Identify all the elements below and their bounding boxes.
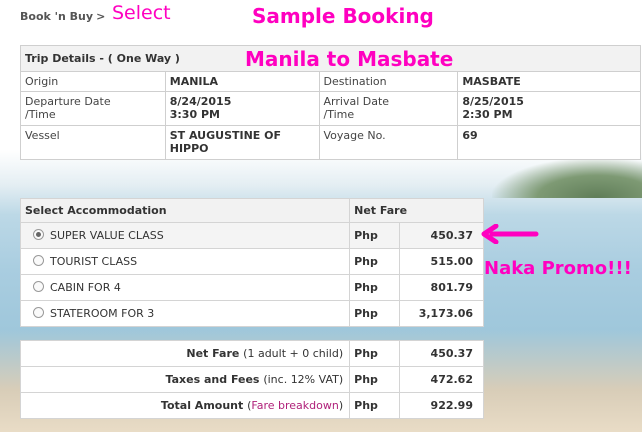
taxes-row: Taxes and Fees (inc. 12% VAT) Php 472.62 bbox=[19, 366, 484, 393]
radio-unselected-icon[interactable] bbox=[33, 307, 44, 318]
annotation-route: Manila to Masbate bbox=[245, 47, 454, 71]
accommodation-header: Select Accommodation bbox=[19, 198, 351, 223]
fare-amount: 3,173.06 bbox=[399, 300, 484, 327]
net-fare-currency: Php bbox=[349, 340, 401, 367]
arrival-label: Arrival Date /Time bbox=[318, 91, 459, 126]
radio-unselected-icon[interactable] bbox=[33, 281, 44, 292]
accommodation-row[interactable]: STATEROOM FOR 3 Php 3,173.06 bbox=[19, 300, 484, 327]
fare-currency: Php bbox=[349, 222, 401, 249]
fare-breakdown-link[interactable]: Fare breakdown bbox=[251, 399, 338, 412]
radio-selected-icon[interactable] bbox=[33, 229, 44, 240]
fare-currency: Php bbox=[349, 300, 401, 327]
taxes-currency: Php bbox=[349, 366, 401, 393]
departure-time: 3:30 PM bbox=[169, 108, 220, 121]
arrival-value: 8/25/2015 2:30 PM bbox=[457, 91, 641, 126]
taxes-label: Taxes and Fees (inc. 12% VAT) bbox=[19, 366, 351, 393]
breadcrumb-separator: > bbox=[96, 10, 106, 23]
arrival-date: 8/25/2015 bbox=[462, 95, 524, 108]
net-fare-row: Net Fare (1 adult + 0 child) Php 450.37 bbox=[19, 340, 484, 367]
fare-amount: 515.00 bbox=[399, 248, 484, 275]
net-fare-label: Net Fare (1 adult + 0 child) bbox=[19, 340, 351, 367]
accommodation-option: SUPER VALUE CLASS bbox=[19, 222, 351, 249]
departure-label-line1: Departure Date bbox=[25, 95, 111, 108]
paren-close: ) bbox=[338, 399, 344, 412]
taxes-label-text: Taxes and Fees bbox=[165, 373, 260, 386]
annotation-promo: Naka Promo!!! bbox=[484, 258, 632, 279]
accommodation-option: CABIN FOR 4 bbox=[19, 274, 351, 301]
vessel-line1: ST AUGUSTINE OF bbox=[169, 129, 282, 142]
annotation-title: Sample Booking bbox=[252, 4, 434, 28]
departure-label: Departure Date /Time bbox=[20, 91, 166, 126]
total-label-text: Total Amount bbox=[160, 399, 244, 412]
fare-currency: Php bbox=[349, 248, 401, 275]
accommodation-name: TOURIST CLASS bbox=[50, 255, 138, 268]
arrival-label-line2: /Time bbox=[323, 108, 355, 121]
accommodation-option: TOURIST CLASS bbox=[19, 248, 351, 275]
accommodation-option: STATEROOM FOR 3 bbox=[19, 300, 351, 327]
radio-unselected-icon[interactable] bbox=[33, 255, 44, 266]
origin-label: Origin bbox=[20, 71, 166, 92]
breadcrumb-root[interactable]: Book 'n Buy bbox=[20, 10, 93, 23]
accommodation-row[interactable]: SUPER VALUE CLASS Php 450.37 bbox=[19, 222, 484, 249]
arrival-time: 2:30 PM bbox=[462, 108, 513, 121]
accommodation-name: SUPER VALUE CLASS bbox=[50, 229, 164, 242]
total-currency: Php bbox=[349, 392, 401, 419]
fare-amount: 801.79 bbox=[399, 274, 484, 301]
voyage-label: Voyage No. bbox=[318, 125, 459, 160]
accommodation-name: STATEROOM FOR 3 bbox=[50, 307, 155, 320]
vessel-label: Vessel bbox=[20, 125, 166, 160]
destination-label: Destination bbox=[318, 71, 459, 92]
accommodation-row[interactable]: TOURIST CLASS Php 515.00 bbox=[19, 248, 484, 275]
departure-label-line2: /Time bbox=[25, 108, 56, 121]
arrival-label-line1: Arrival Date bbox=[323, 95, 390, 108]
accommodation-name: CABIN FOR 4 bbox=[50, 281, 121, 294]
accommodation-row[interactable]: CABIN FOR 4 Php 801.79 bbox=[19, 274, 484, 301]
vessel-line2: HIPPO bbox=[169, 142, 209, 155]
vessel-value: ST AUGUSTINE OF HIPPO bbox=[164, 125, 320, 160]
taxes-note: (inc. 12% VAT) bbox=[263, 373, 344, 386]
departure-date: 8/24/2015 bbox=[169, 95, 232, 108]
breadcrumb: Book 'n Buy > bbox=[20, 10, 108, 23]
total-amount: 922.99 bbox=[399, 392, 484, 419]
net-fare-note: (1 adult + 0 child) bbox=[243, 347, 344, 360]
taxes-amount: 472.62 bbox=[399, 366, 484, 393]
net-fare-header: Net Fare bbox=[349, 198, 484, 223]
fare-amount: 450.37 bbox=[399, 222, 484, 249]
background-island bbox=[492, 158, 642, 198]
net-fare-label-text: Net Fare bbox=[186, 347, 240, 360]
arrow-left-icon bbox=[481, 224, 539, 244]
origin-value: MANILA bbox=[164, 71, 320, 92]
destination-value: MASBATE bbox=[457, 71, 641, 92]
total-label: Total Amount (Fare breakdown) bbox=[19, 392, 351, 419]
fare-summary-table: Net Fare (1 adult + 0 child) Php 450.37 … bbox=[19, 340, 484, 419]
voyage-value: 69 bbox=[457, 125, 641, 160]
breadcrumb-current: Select bbox=[112, 2, 171, 24]
accommodation-table: Select Accommodation Net Fare SUPER VALU… bbox=[19, 198, 484, 327]
fare-currency: Php bbox=[349, 274, 401, 301]
departure-value: 8/24/2015 3:30 PM bbox=[164, 91, 320, 126]
total-row: Total Amount (Fare breakdown) Php 922.99 bbox=[19, 392, 484, 419]
net-fare-amount: 450.37 bbox=[399, 340, 484, 367]
